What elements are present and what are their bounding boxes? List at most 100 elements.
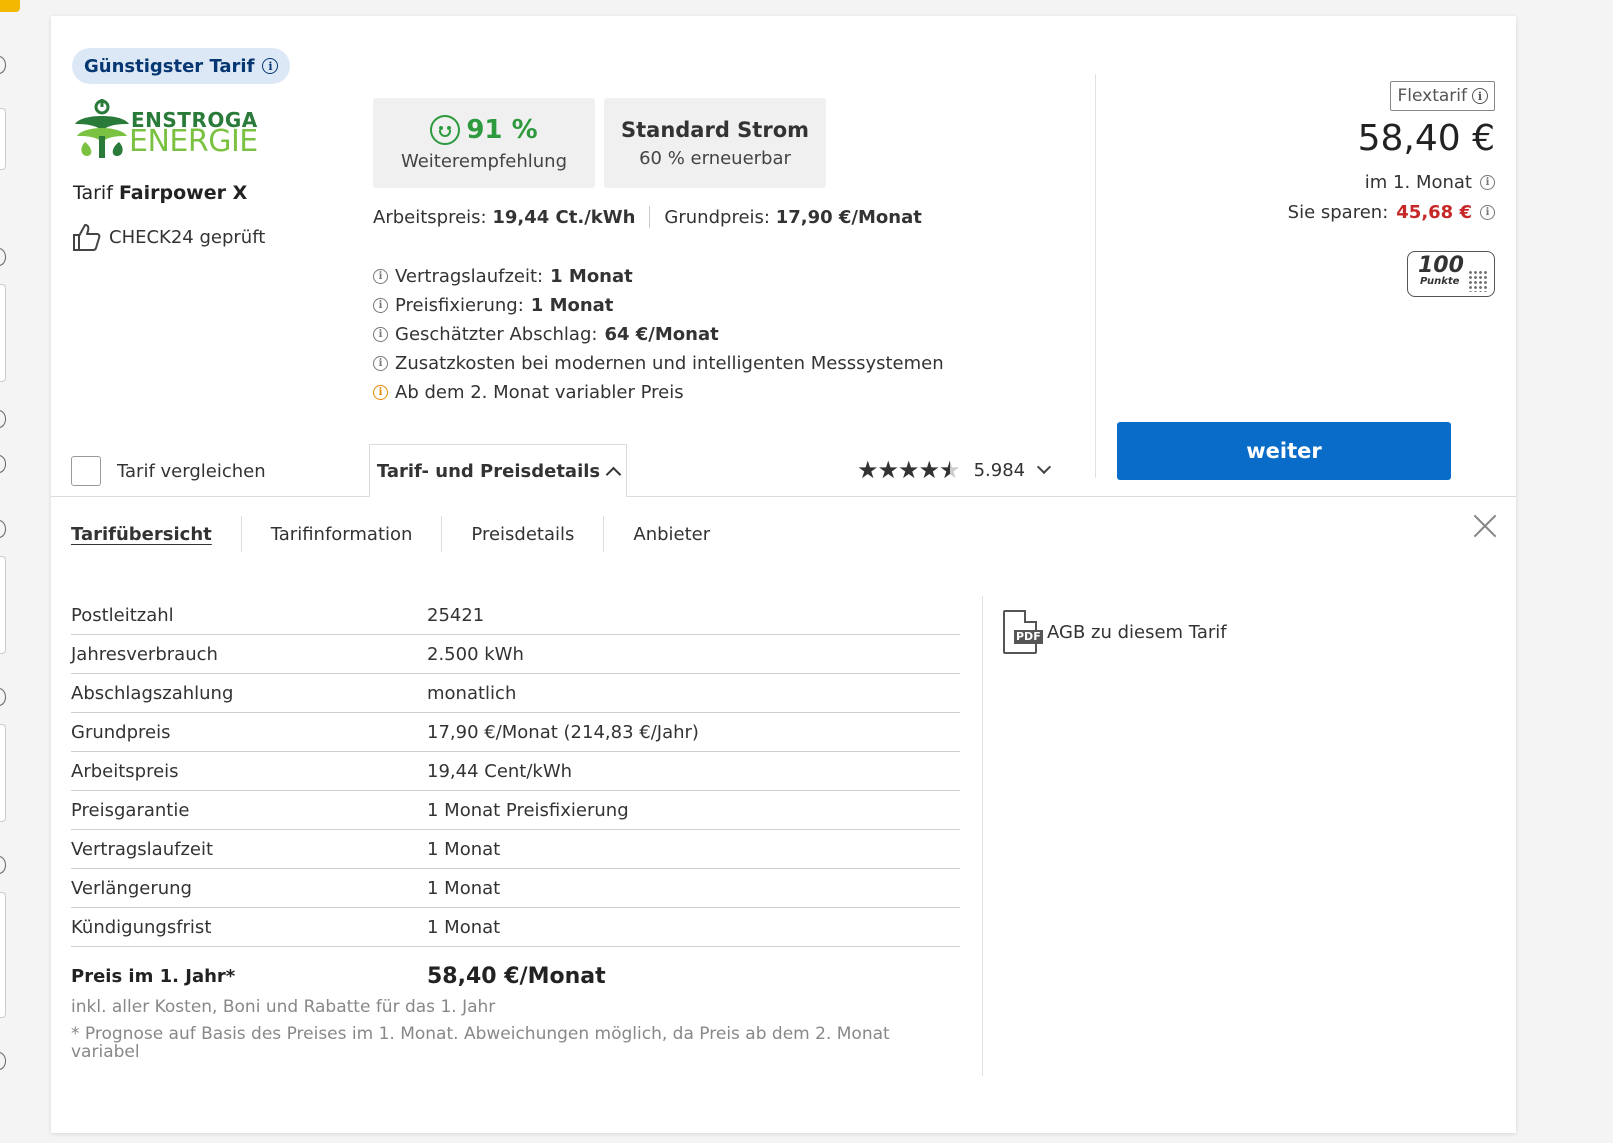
grundpreis-label: Grundpreis: bbox=[664, 206, 770, 228]
energy-subtitle: 60 % erneuerbar bbox=[639, 147, 791, 169]
info-icon[interactable]: i bbox=[1480, 175, 1495, 190]
summary-label: Preis im 1. Jahr* bbox=[71, 966, 236, 987]
recommendation-label: Weiterempfehlung bbox=[400, 150, 568, 172]
summary-value: 58,40 €/Monat bbox=[427, 964, 606, 989]
table-row: Abschlagszahlung monatlich bbox=[71, 674, 960, 713]
table-row: Kündigungsfrist 1 Monat bbox=[71, 908, 960, 947]
fact-value: 1 Monat bbox=[530, 295, 614, 316]
period-label: im 1. Monat bbox=[1364, 172, 1472, 193]
radio-icon[interactable] bbox=[0, 455, 6, 473]
tab-tarifuebersicht[interactable]: Tarifübersicht bbox=[71, 516, 241, 552]
row-key: Arbeitspreis bbox=[71, 760, 179, 782]
info-icon[interactable]: i bbox=[373, 356, 388, 371]
table-row: Preisgarantie 1 Monat Preisfixierung bbox=[71, 791, 960, 830]
info-icon[interactable]: i bbox=[373, 269, 388, 284]
fact-label: Ab dem 2. Monat variabler Preis bbox=[395, 382, 684, 403]
recommendation-value: 91 % bbox=[466, 114, 538, 145]
tariff-prefix: Tarif bbox=[73, 182, 113, 204]
recommendation-tile: 91 % Weiterempfehlung bbox=[373, 98, 595, 188]
rating-toggle[interactable]: ★★★★★ 5.984 bbox=[857, 458, 1052, 482]
price-summary: Arbeitspreis: 19,44 Ct./kWh Grundpreis: … bbox=[373, 206, 922, 228]
points-badge[interactable]: 100 Punkte bbox=[1407, 251, 1495, 297]
row-value: 1 Monat bbox=[427, 838, 501, 860]
flextarif-label: Flextarif bbox=[1397, 86, 1467, 106]
tariff-card: Günstigster Tarif i ENSTROGA ENERGIE Tar… bbox=[51, 16, 1516, 1133]
continue-button[interactable]: weiter bbox=[1117, 422, 1451, 480]
arbeitspreis-value: 19,44 Ct./kWh bbox=[492, 206, 636, 228]
info-icon[interactable]: i bbox=[373, 327, 388, 342]
row-key: Jahresverbrauch bbox=[71, 643, 218, 665]
background-panel-edge bbox=[0, 724, 6, 822]
tariff-name: Tarif Fairpower X bbox=[73, 182, 247, 204]
close-icon[interactable] bbox=[1470, 510, 1500, 540]
agb-link[interactable]: PDF AGB zu diesem Tarif bbox=[1003, 610, 1227, 654]
table-row: Arbeitspreis 19,44 Cent/kWh bbox=[71, 752, 960, 791]
info-icon[interactable]: i bbox=[373, 298, 388, 313]
savings-label: Sie sparen: bbox=[1287, 202, 1389, 223]
row-value: 25421 bbox=[427, 604, 485, 626]
flextarif-tag[interactable]: Flextarif i bbox=[1390, 81, 1495, 111]
info-icon[interactable]: i bbox=[1472, 88, 1488, 104]
overview-table: Postleitzahl 25421 Jahresverbrauch 2.500 k… bbox=[71, 596, 960, 947]
agb-label: AGB zu diesem Tarif bbox=[1047, 621, 1227, 643]
check24-label: CHECK24 geprüft bbox=[109, 226, 266, 248]
pdf-icon-label: PDF bbox=[1014, 630, 1043, 644]
row-key: Preisgarantie bbox=[71, 799, 190, 821]
radio-icon[interactable] bbox=[0, 856, 6, 874]
radio-icon[interactable] bbox=[0, 1052, 6, 1070]
row-key: Verlängerung bbox=[71, 877, 192, 899]
row-value: 17,90 €/Monat (214,83 €/Jahr) bbox=[427, 721, 699, 743]
radio-icon[interactable] bbox=[0, 520, 6, 538]
row-key: Grundpreis bbox=[71, 721, 171, 743]
row-key: Vertragslaufzeit bbox=[71, 838, 214, 860]
rating-count: 5.984 bbox=[973, 459, 1026, 481]
fact-label: Vertragslaufzeit: bbox=[395, 266, 544, 287]
row-value: 1 Monat Preisfixierung bbox=[427, 799, 629, 821]
radio-icon[interactable] bbox=[0, 410, 6, 428]
table-row: Grundpreis 17,90 €/Monat (214,83 €/Jahr) bbox=[71, 713, 960, 752]
row-value: 2.500 kWh bbox=[427, 643, 524, 665]
energy-type-tile: Standard Strom 60 % erneuerbar bbox=[604, 98, 826, 188]
row-key: Postleitzahl bbox=[71, 604, 174, 626]
summary-note: inkl. aller Kosten, Boni und Rabatte für… bbox=[71, 997, 496, 1017]
compare-tariff[interactable]: Tarif vergleichen bbox=[71, 456, 266, 486]
fact-label: Geschätzter Abschlag: bbox=[395, 324, 598, 345]
tab-tarifinformation[interactable]: Tarifinformation bbox=[240, 516, 442, 552]
rating-stars-icon: ★★★★ ★ bbox=[857, 458, 961, 482]
fact-item: i Preisfixierung: 1 Monat bbox=[373, 291, 944, 320]
details-subnav: Tarifübersicht Tarifinformation Preisdet… bbox=[71, 516, 739, 552]
warning-info-icon[interactable]: i bbox=[373, 385, 388, 400]
tab-anbieter[interactable]: Anbieter bbox=[603, 516, 739, 552]
fact-value: 64 €/Monat bbox=[604, 324, 719, 345]
radio-icon[interactable] bbox=[0, 248, 6, 266]
tariff-title: Fairpower X bbox=[118, 182, 248, 204]
info-icon[interactable]: i bbox=[1480, 205, 1495, 220]
fact-item: i Zusatzkosten bei modernen und intellig… bbox=[373, 349, 944, 378]
table-row: Jahresverbrauch 2.500 kWh bbox=[71, 635, 960, 674]
tariff-details-toggle[interactable]: Tarif- und Preisdetails bbox=[369, 444, 627, 497]
info-icon[interactable]: i bbox=[262, 58, 279, 74]
background-panel-edge bbox=[0, 556, 6, 654]
cheapest-tariff-badge[interactable]: Günstigster Tarif i bbox=[72, 48, 291, 84]
background-panel-edge bbox=[0, 284, 6, 382]
column-divider bbox=[1095, 74, 1096, 478]
chevron-down-icon bbox=[1037, 459, 1052, 475]
tab-preisdetails[interactable]: Preisdetails bbox=[441, 516, 603, 552]
background-panel-edge bbox=[0, 108, 6, 170]
grundpreis-value: 17,90 €/Monat bbox=[775, 206, 922, 228]
savings-value: 45,68 € bbox=[1396, 202, 1472, 223]
table-row: Vertragslaufzeit 1 Monat bbox=[71, 830, 960, 869]
compare-label: Tarif vergleichen bbox=[117, 460, 266, 482]
radio-icon[interactable] bbox=[0, 688, 6, 706]
section-divider bbox=[51, 496, 1516, 497]
corner-marker bbox=[0, 0, 20, 12]
provider-logo: ENSTROGA ENERGIE bbox=[71, 98, 258, 160]
smiley-icon bbox=[430, 114, 461, 145]
check24-checked: CHECK24 geprüft bbox=[71, 222, 265, 252]
total-price: 58,40 € bbox=[1357, 118, 1495, 159]
table-row: Postleitzahl 25421 bbox=[71, 596, 960, 635]
compare-checkbox[interactable] bbox=[71, 456, 101, 486]
radio-icon[interactable] bbox=[0, 56, 6, 74]
pdf-icon: PDF bbox=[1003, 610, 1043, 654]
logo-wordmark-bottom: ENERGIE bbox=[129, 124, 258, 159]
